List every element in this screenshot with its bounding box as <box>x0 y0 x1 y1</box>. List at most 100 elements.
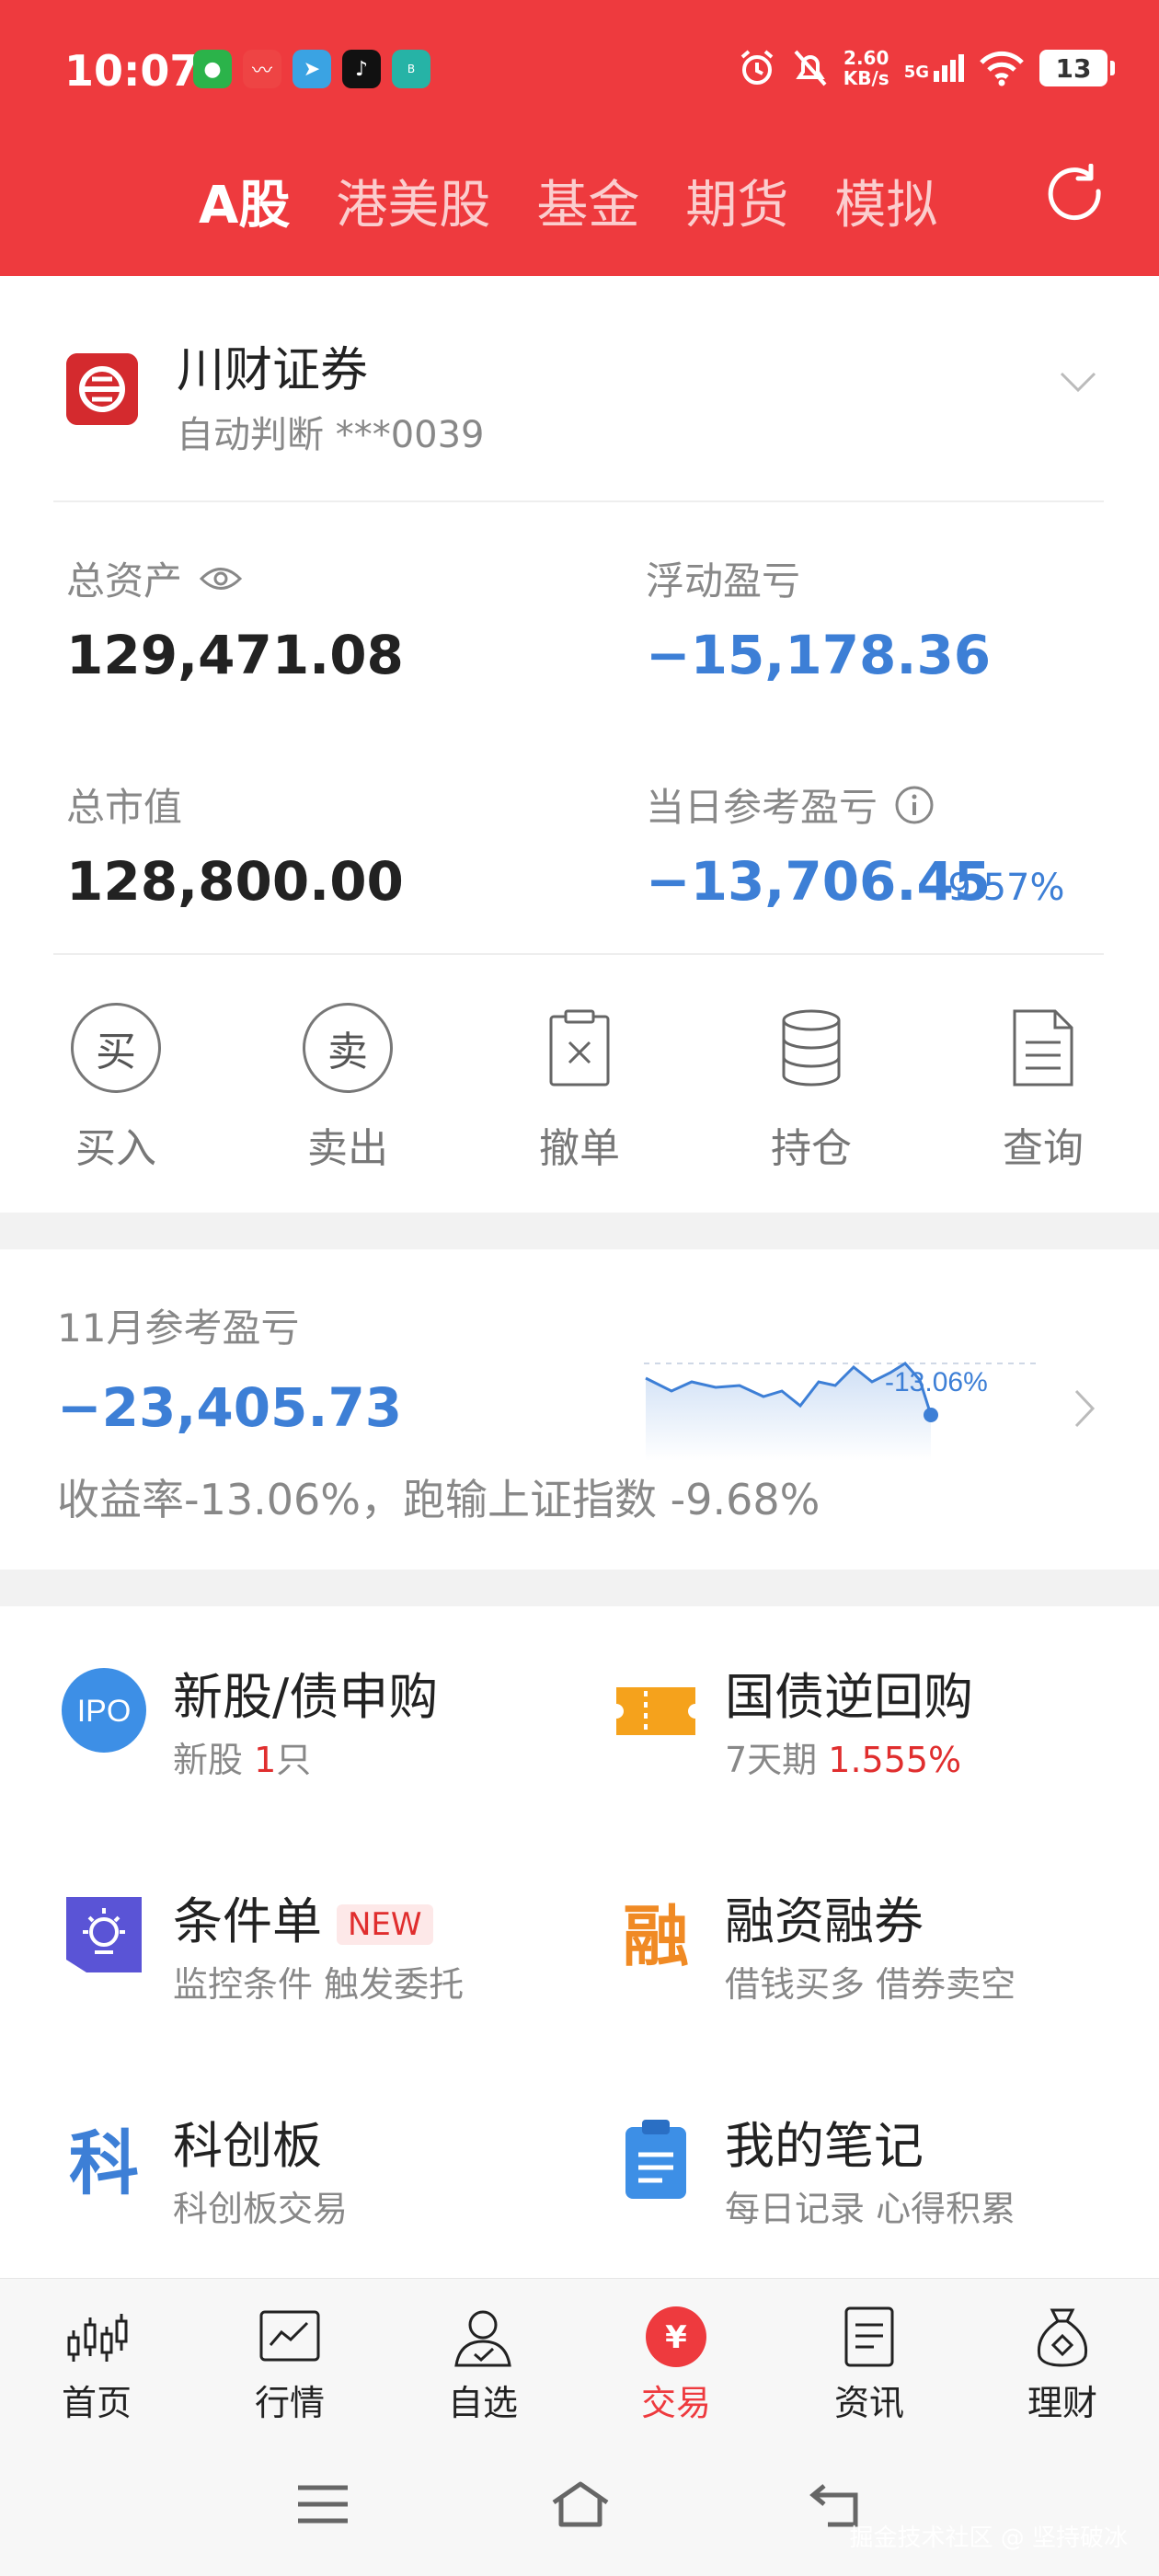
monthly-pl-value: −23,405.73 <box>57 1376 403 1439</box>
tiktok-icon: ♪ <box>342 50 381 88</box>
new-badge: NEW <box>337 1904 433 1946</box>
margin-icon: 融 <box>623 1898 689 1975</box>
nav-watchlist-label: 自选 <box>447 2383 518 2423</box>
telegram-icon: ➤ <box>293 50 331 88</box>
lightbulb-icon <box>66 1897 142 1972</box>
my-notes-item[interactable]: 我的笔记 每日记录 心得积累 <box>613 2105 1128 2234</box>
tab-futures[interactable]: 期货 <box>685 164 788 238</box>
star-market-icon: 科 <box>69 2122 139 2202</box>
sell-label: 卖出 <box>307 1125 388 1172</box>
sell-button[interactable]: 卖 卖出 <box>232 1003 464 1174</box>
status-indicators: 2.60 KB/s 5G 13 <box>737 47 1115 89</box>
system-navigation: 掘金技术社区 @ 坚持破冰 <box>0 2429 1159 2576</box>
reverse-repo-item[interactable]: 国债逆回购 7天期 1.555% <box>613 1656 1128 1785</box>
svg-text:IPO: IPO <box>77 1694 132 1729</box>
yen-icon: ¥ <box>646 2306 706 2367</box>
broker-name: 川财证券 <box>177 343 369 398</box>
nav-watchlist[interactable]: 自选 <box>386 2279 580 2429</box>
ticket-icon <box>616 1687 695 1735</box>
nav-news-label: 资讯 <box>833 2383 904 2423</box>
cancel-order-button[interactable]: 撤单 <box>464 1003 695 1174</box>
eye-icon[interactable] <box>199 565 243 592</box>
database-icon <box>766 1003 856 1093</box>
margin-trading-subtitle: 借钱买多 借券卖空 <box>725 1964 1016 2005</box>
divider <box>53 953 1104 955</box>
conditional-order-item[interactable]: 条件单 NEW 监控条件 触发委托 <box>61 1880 576 2009</box>
monthly-pl-title: 11月参考盈亏 <box>57 1305 300 1351</box>
battery-indicator: 13 <box>1039 50 1115 86</box>
conditional-order-title: 条件单 NEW <box>173 1880 433 1953</box>
total-assets-label-row: 总资产 <box>66 550 243 606</box>
positions-label: 持仓 <box>771 1125 852 1172</box>
home-icon[interactable] <box>548 2478 613 2530</box>
wifi-icon <box>980 51 1024 86</box>
ipo-icon: IPO <box>62 1668 146 1753</box>
account-card: 川财证券 自动判断 ***0039 总资产 129,471.08 浮动盈亏 −1… <box>0 276 1159 1213</box>
stock-app-icon: 〰 <box>243 50 281 88</box>
user-icon <box>454 2310 511 2367</box>
signal-icon: 5G <box>904 54 964 82</box>
market-value-value: 128,800.00 <box>66 850 404 913</box>
total-assets-label: 总资产 <box>66 558 183 604</box>
tab-a-shares[interactable]: A股 <box>199 164 290 238</box>
refresh-icon[interactable] <box>1045 164 1107 226</box>
notification-icons: ● 〰 ➤ ♪ B <box>193 50 430 88</box>
svg-text:科: 科 <box>69 2122 139 2202</box>
daily-pl-percent: -9.57% <box>935 867 1065 909</box>
tab-hk-us-stocks[interactable]: 港美股 <box>336 164 490 238</box>
query-button[interactable]: 查询 <box>927 1003 1159 1174</box>
tab-funds[interactable]: 基金 <box>536 164 639 238</box>
monthly-sparkline: -13.06% <box>644 1362 1039 1461</box>
bottom-navigation: 首页 行情 自选 ¥ 交易 资讯 理财 <box>0 2278 1159 2429</box>
market-value-label: 总市值 <box>66 785 183 830</box>
status-time: 10:07 <box>64 46 200 96</box>
divider <box>53 500 1104 502</box>
cancel-order-label: 撤单 <box>539 1125 620 1172</box>
buy-icon: 买 <box>71 1003 161 1093</box>
menu-icon[interactable] <box>291 2478 355 2530</box>
tab-simulation[interactable]: 模拟 <box>834 164 937 238</box>
daily-pl-label: 当日参考盈亏 <box>646 785 878 830</box>
ipo-subscription-item[interactable]: IPO 新股/债申购 新股 1只 <box>61 1656 576 1785</box>
reverse-repo-subtitle: 7天期 1.555% <box>725 1740 962 1780</box>
svg-text:¥: ¥ <box>665 2319 687 2356</box>
watermark: 掘金技术社区 @ 坚持破冰 <box>849 2524 1128 2552</box>
alarm-icon <box>740 50 774 85</box>
nav-home[interactable]: 首页 <box>0 2279 193 2429</box>
speed-unit: KB/s <box>843 67 889 89</box>
cancel-order-icon <box>534 1003 625 1093</box>
star-market-subtitle: 科创板交易 <box>173 2189 349 2229</box>
floating-pl-label: 浮动盈亏 <box>646 558 801 604</box>
account-number: 自动判断 ***0039 <box>177 414 485 456</box>
buy-button[interactable]: 买 买入 <box>0 1003 232 1174</box>
sparkline-label: -13.06% <box>885 1367 988 1397</box>
monthly-return-rate: 收益率-13.06%，跑输上证指数 -9.68% <box>57 1475 820 1524</box>
nav-wealth[interactable]: 理财 <box>966 2279 1159 2429</box>
star-market-item[interactable]: 科 科创板 科创板交易 <box>61 2105 576 2234</box>
monthly-pl-card[interactable]: 11月参考盈亏 −23,405.73 收益率-13.06%，跑输上证指数 -9.… <box>0 1249 1159 1570</box>
mute-bell-icon <box>794 50 827 86</box>
wechat-icon: ● <box>193 50 232 88</box>
nav-home-label: 首页 <box>61 2383 132 2423</box>
conditional-order-subtitle: 监控条件 触发委托 <box>173 1964 465 2005</box>
nav-trade[interactable]: ¥ 交易 <box>580 2279 773 2429</box>
margin-trading-item[interactable]: 融 融资融券 借钱买多 借券卖空 <box>613 1880 1128 2009</box>
chevron-right-icon[interactable] <box>1071 1386 1098 1432</box>
speed-value: 2.60 <box>843 47 889 69</box>
chevron-down-icon[interactable] <box>1058 368 1098 396</box>
money-bag-icon <box>1037 2308 1088 2367</box>
chart-icon <box>259 2310 320 2362</box>
nav-news[interactable]: 资讯 <box>773 2279 966 2429</box>
nav-market-label: 行情 <box>254 2383 325 2423</box>
total-assets-value: 129,471.08 <box>66 624 404 686</box>
nav-market[interactable]: 行情 <box>193 2279 386 2429</box>
positions-button[interactable]: 持仓 <box>695 1003 927 1174</box>
margin-trading-title: 融资融券 <box>725 1892 924 1950</box>
svg-text:融: 融 <box>623 1898 689 1975</box>
broker-logo-icon <box>66 353 138 425</box>
my-notes-subtitle: 每日记录 心得积累 <box>725 2189 1016 2229</box>
query-label: 查询 <box>1003 1125 1084 1172</box>
clipboard-icon <box>625 2120 686 2199</box>
market-tabs: A股 港美股 基金 期货 模拟 <box>199 164 937 238</box>
info-icon[interactable] <box>894 785 935 825</box>
